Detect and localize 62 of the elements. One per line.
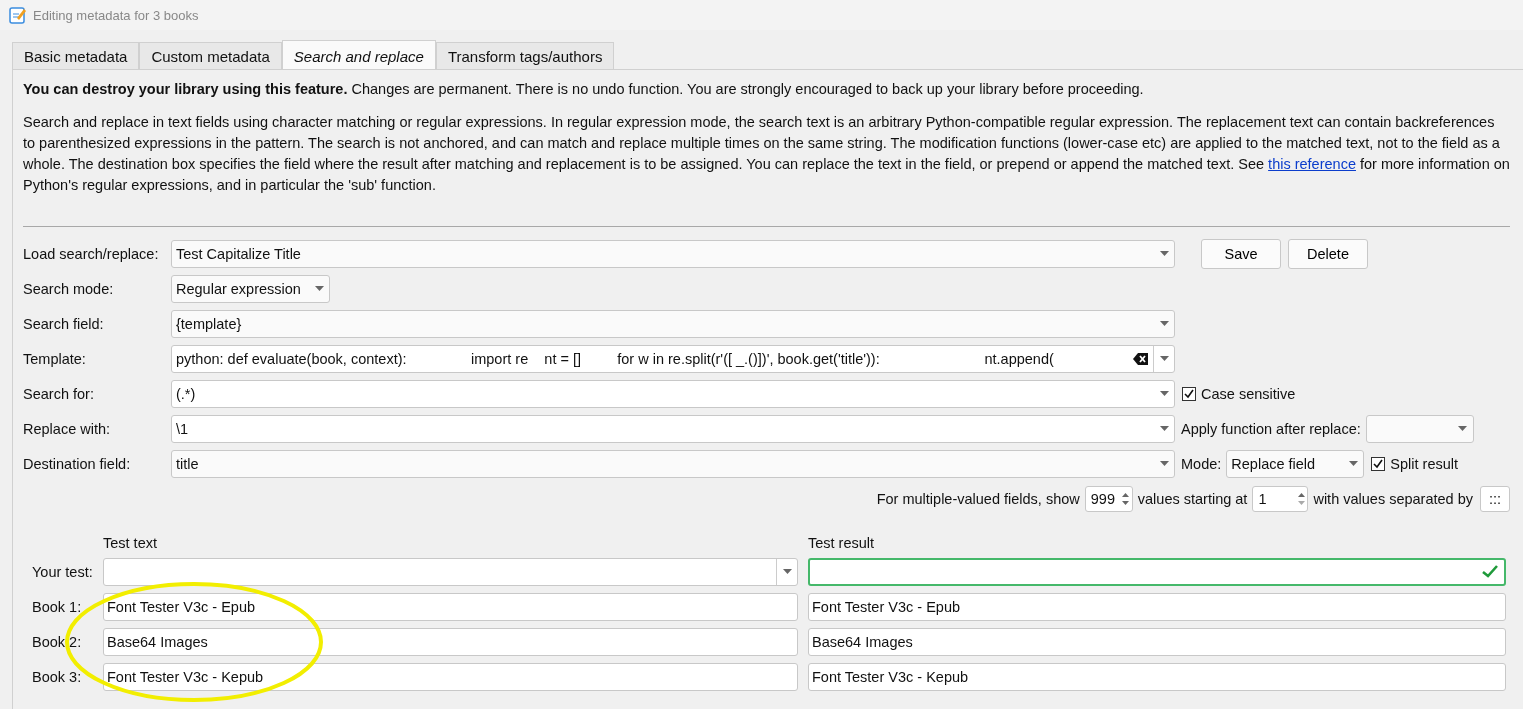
caret-icon: [1348, 461, 1358, 466]
clear-icon[interactable]: [1133, 352, 1149, 365]
test-input-field[interactable]: [103, 557, 798, 586]
split-result-checkbox[interactable]: Split result: [1371, 455, 1458, 472]
spin-arrows-icon[interactable]: [1295, 492, 1308, 505]
field-label: Mode:: [1181, 455, 1222, 472]
field-label: values starting at: [1137, 490, 1248, 507]
caret-icon: [1159, 461, 1169, 466]
tab[interactable]: Custom metadata: [139, 42, 282, 69]
caret-icon: [782, 569, 792, 574]
start-spinbox[interactable]: 1: [1252, 485, 1309, 512]
tab[interactable]: Transform tags/authors: [435, 42, 615, 69]
row-label: Your test:: [32, 563, 93, 580]
check-icon: [1482, 565, 1498, 578]
separator-field[interactable]: :::: [1480, 485, 1510, 512]
column-heading: Test result: [808, 535, 876, 551]
checkmark-icon: [1373, 458, 1384, 469]
window-title: Editing metadata for 3 books: [33, 7, 199, 23]
caret-icon: [1159, 251, 1169, 256]
row-label: Book 2:: [32, 633, 83, 650]
replace-with-field[interactable]: \1: [171, 414, 1175, 443]
search-for-field[interactable]: (.*): [171, 379, 1175, 408]
reference-link[interactable]: this reference: [1268, 156, 1356, 172]
tab[interactable]: Basic metadata: [12, 42, 140, 69]
caret-icon: [1159, 356, 1169, 361]
edit-icon: [9, 6, 27, 24]
checkmark-icon: [1184, 388, 1194, 399]
mode-dropdown[interactable]: Replace field: [1226, 449, 1365, 478]
field-label: Search for:: [23, 385, 95, 402]
field-label: with values separated by: [1313, 490, 1473, 507]
field-label: Search field:: [23, 315, 105, 332]
tab[interactable]: Search and replace: [281, 40, 436, 69]
destination-dropdown[interactable]: title: [171, 449, 1175, 478]
caret-icon: [1159, 391, 1169, 396]
caret-icon: [1159, 426, 1169, 431]
delete-button[interactable]: Delete: [1288, 238, 1368, 269]
save-button[interactable]: Save: [1201, 238, 1281, 269]
search-field-dropdown[interactable]: {template}: [171, 309, 1175, 338]
field-label: Apply function after replace:: [1181, 420, 1361, 437]
count-spinbox[interactable]: 999: [1084, 485, 1133, 512]
spin-arrows-icon[interactable]: [1119, 492, 1132, 505]
search-mode-dropdown[interactable]: Regular expression: [171, 274, 330, 303]
row-label: Book 3:: [32, 668, 83, 685]
row-label: Book 1:: [32, 598, 83, 615]
book-result-field: Font Tester V3c - Kepub: [808, 662, 1506, 691]
field-label: For multiple-valued fields, show: [876, 490, 1080, 507]
template-field[interactable]: python: def evaluate(book, context): import re nt = [] for w in re.split(r'([ _.()])', book.get('title')): nt.append(: [171, 344, 1175, 373]
column-heading: Test text: [103, 535, 158, 551]
field-label: Search mode:: [23, 280, 115, 297]
book-result-field: Font Tester V3c - Epub: [808, 592, 1506, 621]
field-label: Destination field:: [23, 455, 132, 472]
field-label: Load search/replace:: [23, 245, 160, 262]
book-result-field: Base64 Images: [808, 627, 1506, 656]
caret-icon: [1458, 426, 1468, 431]
case-sensitive-checkbox[interactable]: Case sensitive: [1182, 385, 1296, 402]
caret-icon: [1159, 321, 1169, 326]
caret-icon: [314, 286, 324, 291]
load-dropdown[interactable]: Test Capitalize Title: [171, 239, 1175, 268]
field-label: Template:: [23, 350, 87, 367]
field-label: Replace with:: [23, 420, 112, 437]
description-text: Search and replace in text fields using character matching or regular expressions. In regular expression mode, the search text is an arbitrary Python-compatible regular expression. The replacement text can contain backreferences to parenthesized expressions in the pattern. The search is not anchored, and can match and replace multiple times on the same string. The modification functions (lower-case etc) are applied to the matched text, not to the field as a whole. The destination box specifies the field where the result after matching and replacement is to be assigned. You can replace the text in the field, or prepend or append the matched text. See this reference for more information on Python's regular expressions, and in particular the 'sub' function.: [23, 113, 1510, 195]
warning-text: You can destroy your library using this feature. Changes are permanent. There is no undo function. You are strongly encouraged to back up your library before proceeding.: [23, 80, 1145, 99]
